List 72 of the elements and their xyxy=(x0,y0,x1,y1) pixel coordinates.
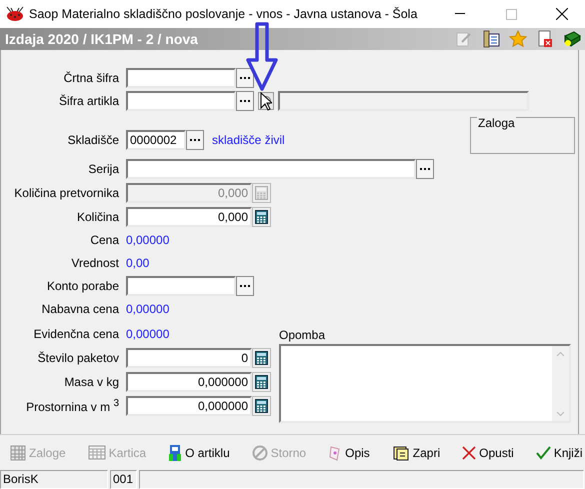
value-text: 0,00000 xyxy=(126,327,170,341)
ellipsis-icon xyxy=(240,100,250,102)
field-label: Evidenčna cena xyxy=(32,327,119,341)
cross-icon xyxy=(462,446,476,460)
document-icon xyxy=(168,444,182,462)
lookup-field[interactable] xyxy=(126,91,236,111)
folder-icon xyxy=(392,444,410,462)
grid-icon xyxy=(10,444,26,460)
number-field[interactable]: 0,000000 xyxy=(126,372,252,392)
calculator-button[interactable] xyxy=(252,348,271,368)
close-icon[interactable] xyxy=(556,8,568,20)
value-text: 0,00000 xyxy=(126,233,170,247)
down-arrow-annotation xyxy=(245,22,279,92)
value-text: 0,00000 xyxy=(126,302,170,316)
help-book-icon[interactable] xyxy=(563,30,581,48)
field-label: Količina pretvornika xyxy=(13,186,119,200)
lookup-field[interactable]: 0000002 xyxy=(126,130,186,150)
field-label: Masa v kg xyxy=(63,375,119,389)
minimize-icon[interactable] xyxy=(455,13,465,15)
field-label: Prostornina v m $^{3}$ xyxy=(25,398,119,414)
status-user: BorisK xyxy=(0,470,108,489)
toolbar-button[interactable]: Opusti xyxy=(462,446,514,460)
field-label: Konto porabe xyxy=(46,279,119,293)
app-icon xyxy=(6,6,24,22)
toolbar-button[interactable]: O artiklu xyxy=(168,444,230,462)
browse-button[interactable] xyxy=(416,159,434,179)
star-icon[interactable] xyxy=(509,30,527,48)
toolbar-button[interactable]: Knjiži xyxy=(536,446,583,460)
ellipsis-icon xyxy=(190,138,200,142)
delete-document-icon[interactable] xyxy=(536,30,554,48)
field-label: Število paketov xyxy=(36,351,119,365)
lookup-field[interactable] xyxy=(126,159,416,179)
field-label: Nabavna cena xyxy=(40,302,119,316)
toolbar-button[interactable]: Zapri xyxy=(392,444,440,462)
table-icon xyxy=(88,445,106,460)
calculator-button[interactable] xyxy=(252,396,271,416)
window-title: Saop Materialno skladiščno poslovanje - vnos - Javna ustanova - Šola xyxy=(29,7,418,21)
field-label: Vrednost xyxy=(70,256,119,270)
browse-button[interactable] xyxy=(186,130,204,150)
note-icon xyxy=(328,444,342,460)
number-field[interactable]: 0,000 xyxy=(126,207,252,227)
lookup-field[interactable] xyxy=(126,276,236,296)
field-label: Serija xyxy=(87,162,119,176)
value-text: 0,00 xyxy=(126,256,150,270)
ellipsis-icon xyxy=(240,284,250,288)
check-icon xyxy=(536,446,551,460)
number-field[interactable]: 0,000000 xyxy=(126,396,252,416)
note-label: Opomba xyxy=(279,327,326,344)
number-field[interactable]: 0 xyxy=(126,348,252,368)
note-textarea[interactable] xyxy=(279,344,571,423)
browse-button[interactable] xyxy=(236,68,254,88)
cursor-icon xyxy=(260,92,272,111)
calculator-button[interactable] xyxy=(252,372,271,392)
group-title: Zaloga xyxy=(477,116,516,130)
ellipsis-icon xyxy=(240,76,250,80)
toolbar-button[interactable]: Opis xyxy=(328,444,370,460)
ellipsis-icon xyxy=(420,168,430,170)
prohibited-icon xyxy=(252,444,268,460)
warehouse-name: skladišče živil xyxy=(212,133,285,147)
browse-button[interactable] xyxy=(236,91,254,111)
field-label: Šifra artikla xyxy=(58,94,119,108)
browse-button[interactable] xyxy=(236,276,254,296)
calculator-button[interactable] xyxy=(252,207,271,227)
field-label: Črtna šifra xyxy=(62,71,119,85)
field-label: Količina xyxy=(76,210,119,224)
document-title: Izdaja 2020 / IK1PM - 2 / nova xyxy=(5,31,199,47)
status-code: 001 xyxy=(110,470,137,489)
lookup-field[interactable] xyxy=(126,68,236,88)
list-icon[interactable] xyxy=(482,30,500,48)
field-label: Cena xyxy=(89,233,119,247)
field-label: Skladišče xyxy=(66,133,119,147)
scrollbar[interactable] xyxy=(552,346,569,421)
